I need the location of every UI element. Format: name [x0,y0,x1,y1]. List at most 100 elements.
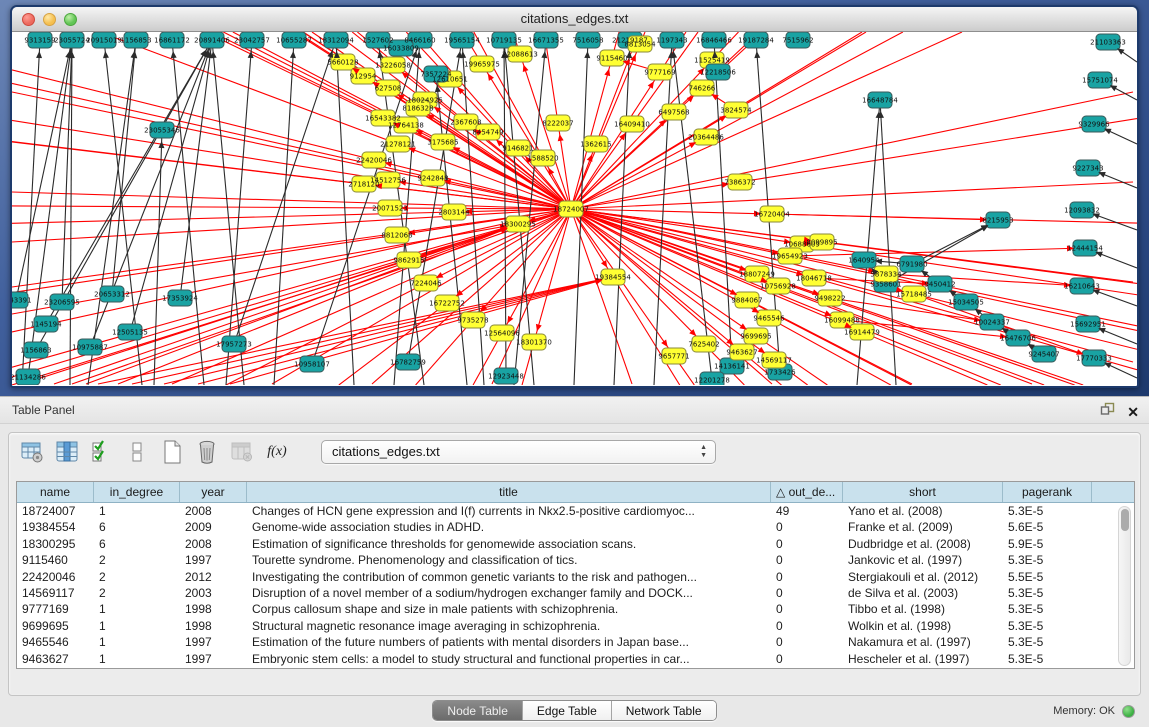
table-row[interactable]: 946554611997Estimation of the future num… [17,634,1134,650]
column-header-year[interactable]: year [180,482,247,502]
column-header-out_de[interactable]: △ out_de... [771,482,843,502]
table-row[interactable]: 946362711997Embryonic stem cells: a mode… [17,651,1134,667]
node-label: 7625402 [688,341,719,349]
table-cell: 1 [94,651,180,667]
table-row[interactable]: 1456911722003Disruption of a novel membe… [17,585,1134,601]
table-row[interactable]: 1830029562008Estimation of significance … [17,536,1134,552]
node-label: 23042757 [234,37,270,45]
node-label: 22420046 [356,157,392,165]
table-selector[interactable]: citations_edges.txt ▲▼ [321,440,716,464]
table-cell: 19384554 [17,519,94,535]
table-panel-body: f(x) citations_edges.txt ▲▼ namein_degre… [8,432,1141,696]
column-header-short[interactable]: short [843,482,1003,502]
column-header-in_degree[interactable]: in_degree [94,482,180,502]
node-label: 19187284 [738,37,774,45]
table-row[interactable]: 2242004622012Investigating the contribut… [17,569,1134,585]
red-edge [12,209,571,242]
column-visibility-button[interactable] [54,439,80,465]
red-edge [571,209,1137,330]
table-row[interactable]: 911546021997Tourette syndrome. Phenomeno… [17,552,1134,568]
node-label: 9358601 [870,281,901,289]
table-panel-header: Table Panel ✕ [0,397,1149,424]
table-row[interactable]: 1938455462009Genome-wide association stu… [17,519,1134,535]
node-label: 16861172 [154,37,190,45]
node-label: 16033809 [383,45,419,53]
table-cell: 2 [94,552,180,568]
node-label: 17957273 [216,341,252,349]
table-cell: 9465546 [17,634,94,650]
table-row[interactable]: 977716911998Corpus callosum shape and si… [17,601,1134,617]
delete-table-button[interactable] [194,439,220,465]
column-header-title[interactable]: title [247,482,771,502]
edge-arrowhead [661,340,667,347]
node-label: 20915019 [86,37,122,45]
tab-network-table[interactable]: Network Table [612,701,716,720]
tab-edge-table[interactable]: Edge Table [523,701,612,720]
node-label: 16671355 [528,37,564,45]
network-window[interactable]: citations_edges.txt 93131592305572420915… [10,5,1139,388]
combo-stepper-icon[interactable]: ▲▼ [700,444,707,460]
node-label: 8454749 [472,129,503,137]
node-label: 1156863 [20,347,51,355]
table-selector-value: citations_edges.txt [332,444,440,459]
table-cell: Stergiakouli et al. (2012) [843,569,1003,585]
column-header-name[interactable]: name [17,482,94,502]
node-label: 12201278 [694,377,730,385]
network-canvas[interactable]: 9313159230557242091501911568531686117220… [12,32,1137,385]
node-label: 10975887 [72,344,108,352]
table-settings-button[interactable] [19,439,45,465]
node-label: 9242848 [417,175,448,183]
black-edge [22,40,40,385]
table-cell: 1998 [180,618,247,634]
table-cell: 1998 [180,601,247,617]
tab-node-table[interactable]: Node Table [433,701,523,720]
node-label: 20653312 [94,291,130,299]
node-label: 23206595 [44,299,80,307]
table-cell: 14569117 [17,585,94,601]
float-panel-icon[interactable] [1100,402,1115,421]
column-header-pagerank[interactable]: pagerank [1003,482,1092,502]
node-label: 1527602 [362,37,393,45]
table-cell: 18300295 [17,536,94,552]
node-label: 9313159 [24,37,55,45]
edge-arrowhead [523,64,529,72]
table-cell: 6 [94,519,180,535]
clear-selection-button[interactable] [124,439,150,465]
red-edge [12,92,571,209]
node-label: 9245407 [1028,351,1059,359]
node-label: 9450412 [924,281,955,289]
node-label: 1733426 [764,369,796,377]
table-row[interactable]: 969969511998Structural magnetic resonanc… [17,618,1134,634]
node-label: 9884067 [731,297,762,305]
close-panel-icon[interactable]: ✕ [1127,405,1139,419]
node-label: 10024337 [974,319,1010,327]
table-row[interactable]: 1872400712008Changes of HCN gene express… [17,503,1134,519]
node-label: 7386372 [724,179,755,187]
node-label: 16409410 [614,121,650,129]
node-label: 16543382 [365,115,401,123]
node-label: 16476706 [1000,335,1036,343]
vertical-scrollbar[interactable] [1118,506,1131,666]
table-toolbar: f(x) citations_edges.txt ▲▼ [9,433,1140,471]
scrollbar-thumb[interactable] [1121,509,1129,531]
node-label: 9862915 [393,257,424,265]
node-label: 14569117 [756,357,792,365]
edge-arrowhead [536,324,542,332]
new-table-button[interactable] [159,439,185,465]
table-cell: 5.3E-5 [1003,634,1092,650]
table-cell: Hescheler et al. (1997) [843,651,1003,667]
table-cell: 1 [94,634,180,650]
select-all-button[interactable] [89,439,115,465]
table-cell: Structural magnetic resonance image aver… [247,618,771,634]
network-window-titlebar[interactable]: citations_edges.txt [12,7,1137,32]
node-label: 17353924 [162,295,198,303]
table-cell: 9463627 [17,651,94,667]
table-cell: 5.3E-5 [1003,503,1092,519]
table-cell: 2008 [180,536,247,552]
table-cell: 2012 [180,569,247,585]
node-label: 10719135 [486,37,522,45]
node-label: 5660128 [327,59,358,67]
function-builder-button[interactable]: f(x) [264,439,290,465]
table-cell: 5.5E-5 [1003,569,1092,585]
node-label: 1588520 [527,155,558,163]
